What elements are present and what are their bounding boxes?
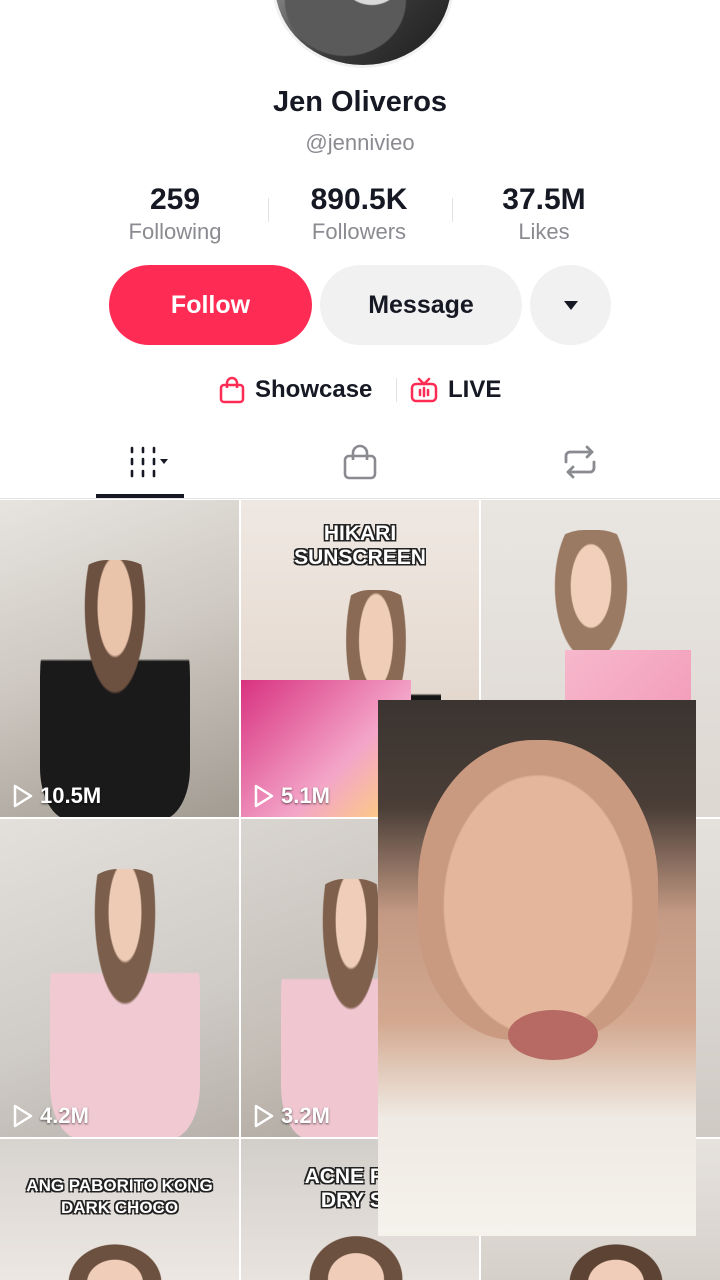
following-count: 259 — [149, 183, 201, 216]
followers-label: Followers — [311, 219, 407, 244]
video-views: 5.1M — [253, 783, 330, 809]
video-views: 4.2M — [12, 1103, 89, 1129]
live-tv-icon — [410, 377, 438, 403]
stat-divider — [452, 198, 453, 222]
stat-following[interactable]: 259 Following — [90, 183, 260, 246]
shopping-bag-icon — [219, 376, 245, 404]
showcase-link[interactable]: Showcase — [219, 370, 372, 410]
video-tile[interactable]: 4.2M — [0, 819, 239, 1137]
caret-down-icon — [563, 301, 578, 310]
likes-label: Likes — [518, 219, 570, 244]
video-views: 10.5M — [12, 783, 101, 809]
following-label: Following — [128, 219, 222, 244]
tab-videos[interactable] — [96, 430, 184, 494]
tabs-divider — [0, 498, 720, 499]
likes-count: 37.5M — [502, 183, 586, 216]
repost-icon — [564, 445, 596, 479]
more-options-button[interactable] — [530, 265, 611, 345]
profile-avatar[interactable] — [272, 0, 454, 68]
play-icon — [13, 784, 33, 808]
video-tile[interactable]: 10.5M — [0, 500, 239, 817]
shopping-bag-icon — [343, 444, 377, 480]
followers-count: 890.5K — [310, 183, 408, 216]
link-divider — [396, 378, 397, 402]
grid-icon — [130, 446, 168, 478]
stat-divider — [268, 198, 269, 222]
stat-likes[interactable]: 37.5M Likes — [459, 183, 629, 246]
play-icon — [254, 784, 274, 808]
floating-video-overlay[interactable] — [378, 700, 696, 1236]
play-icon — [254, 1104, 274, 1128]
stat-followers[interactable]: 890.5K Followers — [274, 183, 444, 246]
profile-handle: @jennivieo — [305, 130, 415, 155]
video-tile[interactable]: ANG PABORITO KONG DARK CHOCO — [0, 1139, 239, 1280]
showcase-label: Showcase — [255, 376, 373, 403]
live-label: LIVE — [448, 376, 502, 403]
tab-shop[interactable] — [320, 430, 400, 494]
video-caption: ANG PABORITO KONG DARK CHOCO — [26, 1176, 213, 1217]
play-icon — [13, 1104, 33, 1128]
follow-button[interactable]: Follow — [109, 265, 312, 345]
video-views: 3.2M — [253, 1103, 330, 1129]
live-link[interactable]: LIVE — [410, 370, 501, 410]
message-button[interactable]: Message — [320, 265, 522, 345]
tab-reposts[interactable] — [540, 430, 620, 494]
profile-name: Jen Oliveros — [272, 86, 448, 118]
video-caption: HIKARI SUNSCREEN — [294, 522, 426, 569]
